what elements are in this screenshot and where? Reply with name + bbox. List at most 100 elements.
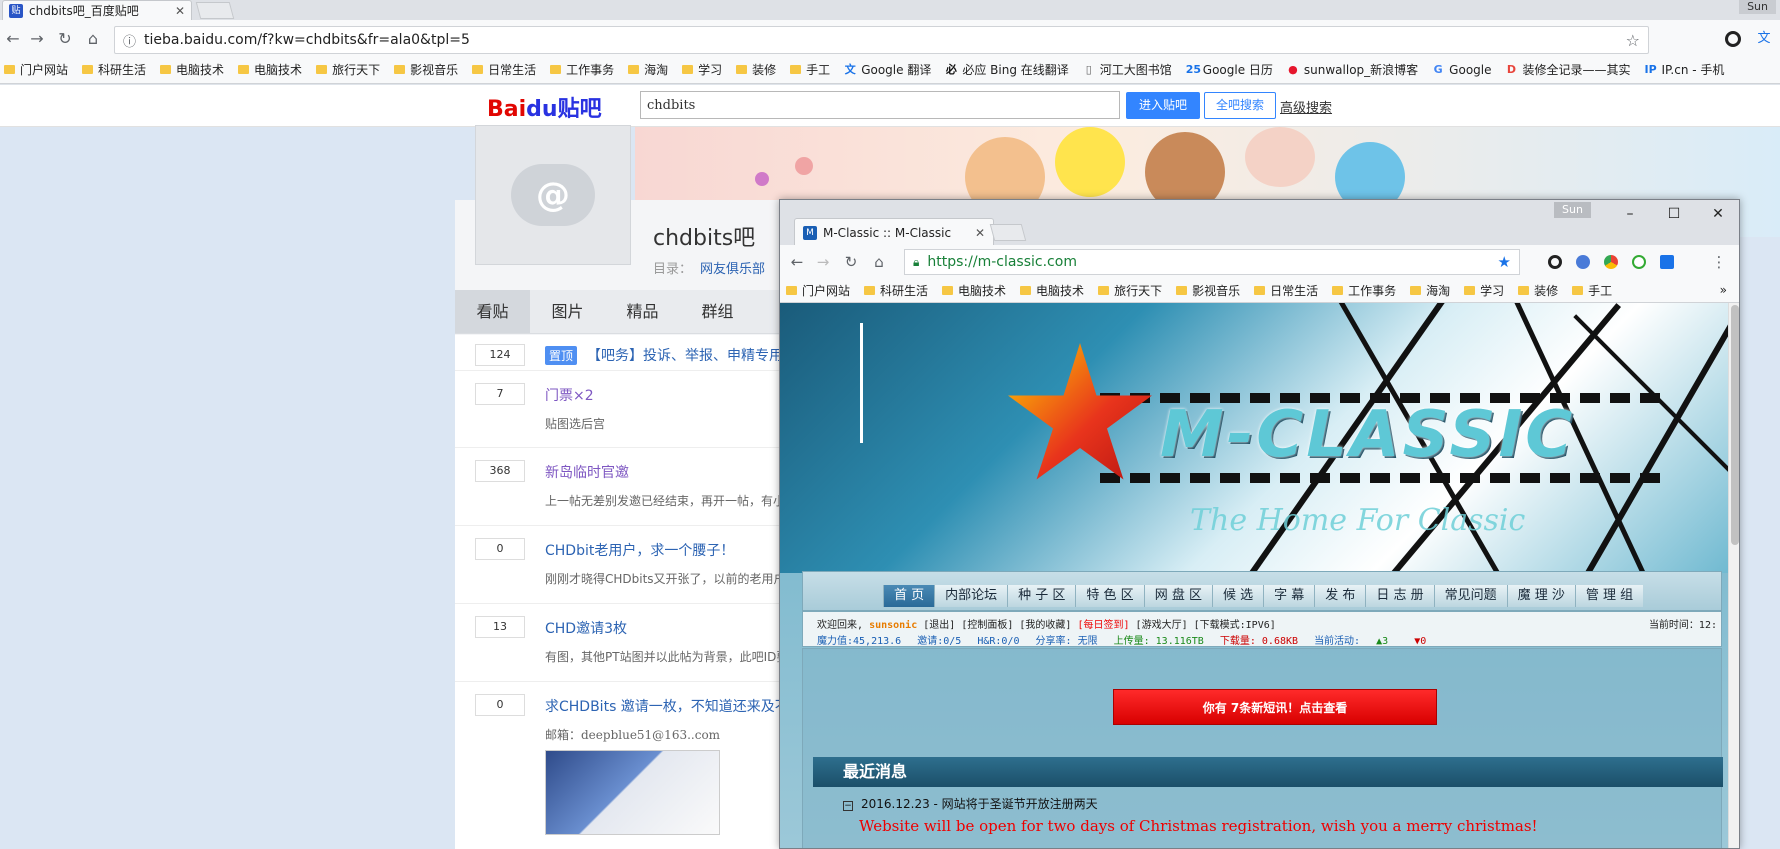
bookmark-item[interactable]: 日常生活 [472, 61, 536, 78]
bookmark-item[interactable]: 手工 [1572, 282, 1612, 299]
bookmark-item[interactable]: 工作事务 [1332, 282, 1396, 299]
lock-icon[interactable]: 🔒︎ [913, 255, 919, 270]
hr-count[interactable]: H&R:0/0 [977, 636, 1019, 647]
new-extension-icon[interactable] [1660, 255, 1674, 269]
bookmark-item[interactable]: ▯ 河工大图书馆 [1083, 61, 1172, 78]
thread-title[interactable]: CHD邀请3枚 [545, 618, 627, 638]
new-message-button[interactable]: 你有 7条新短讯！点击查看 [1113, 689, 1437, 725]
directory-link[interactable]: 网友俱乐部 [700, 262, 765, 277]
site-nav-item[interactable]: 字 幕 [1263, 585, 1315, 607]
outer-tab-tieba[interactable]: 贴 chdbits吧_百度贴吧 ✕ [2, 0, 192, 20]
site-nav-item[interactable]: 常见问题 [1433, 585, 1507, 607]
all-forum-search-button[interactable]: 全吧搜索 [1204, 92, 1276, 119]
user-links[interactable]: [退出] [控制面板] [我的收藏] [923, 620, 1071, 631]
site-nav-item[interactable]: 魔 理 沙 [1506, 585, 1575, 607]
bookmark-item[interactable]: G Google [1432, 63, 1492, 77]
inner-tab-mclassic[interactable]: M M-Classic :: M-Classic ✕ [794, 218, 994, 246]
invite-count[interactable]: 邀请:0/5 [917, 636, 961, 647]
enter-forum-button[interactable]: 进入贴吧 [1126, 92, 1200, 119]
leeching-count[interactable]: 0 [1420, 636, 1426, 647]
thread-title[interactable]: 求CHDBits 邀请一枚，不知道还来及不 [545, 696, 789, 716]
inner-new-tab-button[interactable] [989, 224, 1027, 241]
back-arrow-icon[interactable]: ← [4, 30, 22, 48]
reload-icon[interactable]: ↻ [56, 30, 74, 48]
maximize-icon[interactable]: ☐ [1664, 206, 1684, 222]
thread-title[interactable]: CHDbit老用户，求一个腰子！ [545, 540, 734, 560]
seeding-count[interactable]: 3 [1382, 636, 1388, 647]
sync-extension-icon[interactable] [1632, 255, 1646, 269]
close-icon[interactable]: ✕ [175, 4, 185, 18]
forward-arrow-icon[interactable]: → [28, 30, 46, 48]
site-nav-item[interactable]: 首 页 [883, 585, 935, 607]
bookmark-item[interactable]: 电脑技术 [238, 61, 302, 78]
site-nav-item[interactable]: 特 色 区 [1075, 585, 1144, 607]
minimize-icon[interactable]: – [1620, 206, 1640, 222]
bookmark-item[interactable]: 学习 [1464, 282, 1504, 299]
bookmark-item[interactable]: 文 Google 翻译 [844, 61, 932, 78]
home-icon[interactable]: ⌂ [870, 253, 888, 271]
translate-extension-icon[interactable] [1576, 255, 1590, 269]
advanced-search-link[interactable]: 高级搜索 [1280, 97, 1332, 116]
news-item[interactable]: −2016.12.23 - 网站将于圣诞节开放注册两天 [843, 795, 1098, 812]
scrollbar-thumb[interactable] [1731, 305, 1739, 545]
bookmark-item[interactable]: 装修 [736, 61, 776, 78]
bookmark-star-icon[interactable]: ★ [1498, 253, 1511, 271]
bookmark-item[interactable]: 手工 [790, 61, 830, 78]
bookmark-item[interactable]: 装修 [1518, 282, 1558, 299]
magic-value[interactable]: 魔力值:45,213.6 [817, 636, 901, 647]
bookmark-item[interactable]: 海淘 [1410, 282, 1450, 299]
bookmark-item[interactable]: 门户网站 [786, 282, 850, 299]
bookmark-item[interactable]: 门户网站 [4, 61, 68, 78]
user-links-2[interactable]: [游戏大厅] [下载模式:IPV6] [1136, 620, 1276, 631]
bookmarks-overflow-button[interactable]: » [1720, 283, 1727, 297]
forward-arrow-icon[interactable]: → [814, 253, 832, 271]
site-nav-item[interactable]: 管 理 组 [1574, 585, 1644, 607]
site-nav-item[interactable]: 候 选 [1211, 585, 1264, 607]
bookmark-item[interactable]: 电脑技术 [942, 282, 1006, 299]
menu-dots-icon[interactable]: ⋮ [1710, 253, 1728, 271]
tab-posts[interactable]: 看贴 [455, 290, 530, 333]
page-scrollbar[interactable] [1728, 303, 1739, 848]
bookmark-item[interactable]: 日常生活 [1254, 282, 1318, 299]
new-tab-button[interactable] [195, 2, 235, 19]
extension-ring-icon[interactable] [1725, 31, 1741, 47]
bookmark-item[interactable]: 影视音乐 [394, 61, 458, 78]
bookmark-item[interactable]: 旅行天下 [316, 61, 380, 78]
site-nav-item[interactable]: 日 志 册 [1365, 585, 1434, 607]
collapse-toggle-icon[interactable]: − [843, 801, 853, 811]
inner-address-bar[interactable]: 🔒︎ https://m-classic.com ★ [904, 249, 1520, 275]
home-icon[interactable]: ⌂ [84, 30, 102, 48]
profile-badge[interactable]: Sun [1739, 0, 1776, 14]
thread-thumbnail[interactable] [545, 750, 720, 835]
thread-title[interactable]: 新岛临时官邀 [545, 462, 629, 482]
close-window-icon[interactable]: ✕ [1708, 206, 1728, 222]
back-arrow-icon[interactable]: ← [788, 253, 806, 271]
tieba-search-input[interactable] [640, 91, 1120, 119]
site-nav-item[interactable]: 种 子 区 [1007, 585, 1076, 607]
daily-signin-link[interactable]: [每日签到] [1077, 620, 1129, 631]
thread-title[interactable]: 门票×2 [545, 385, 594, 405]
bookmark-item[interactable]: D 装修全记录——其实 [1506, 61, 1631, 78]
bookmark-item[interactable]: 必必应 Bing 在线翻译 [945, 61, 1069, 78]
tab-pictures[interactable]: 图片 [530, 290, 605, 333]
bookmark-item[interactable]: 学习 [682, 61, 722, 78]
baidu-tieba-logo[interactable]: Baidu贴吧 [487, 91, 602, 123]
extension-ring-icon[interactable] [1548, 255, 1562, 269]
bookmark-item[interactable]: 工作事务 [550, 61, 614, 78]
username-link[interactable]: sunsonic [869, 620, 917, 631]
chrome-extension-icon[interactable] [1604, 255, 1618, 269]
address-bar[interactable]: ⓘ tieba.baidu.com/f?kw=chdbits&fr=ala0&t… [114, 26, 1649, 54]
thread-title[interactable]: 置顶 【吧务】投诉、举报、申精专用 [545, 345, 783, 365]
bookmark-item[interactable]: 影视音乐 [1176, 282, 1240, 299]
bookmark-item[interactable]: 海淘 [628, 61, 668, 78]
bookmark-item[interactable]: 电脑技术 [1020, 282, 1084, 299]
bookmark-item[interactable]: IP IP.cn - 手机 [1645, 61, 1725, 78]
bookmark-item[interactable]: 旅行天下 [1098, 282, 1162, 299]
bookmark-item[interactable]: 科研生活 [864, 282, 928, 299]
info-icon[interactable]: ⓘ [123, 31, 136, 50]
tab-featured[interactable]: 精品 [605, 290, 680, 333]
bookmark-item[interactable]: 电脑技术 [160, 61, 224, 78]
bookmark-item[interactable]: 科研生活 [82, 61, 146, 78]
inner-profile-badge[interactable]: Sun [1554, 202, 1591, 218]
translate-extension-icon[interactable]: 文 [1755, 30, 1773, 48]
